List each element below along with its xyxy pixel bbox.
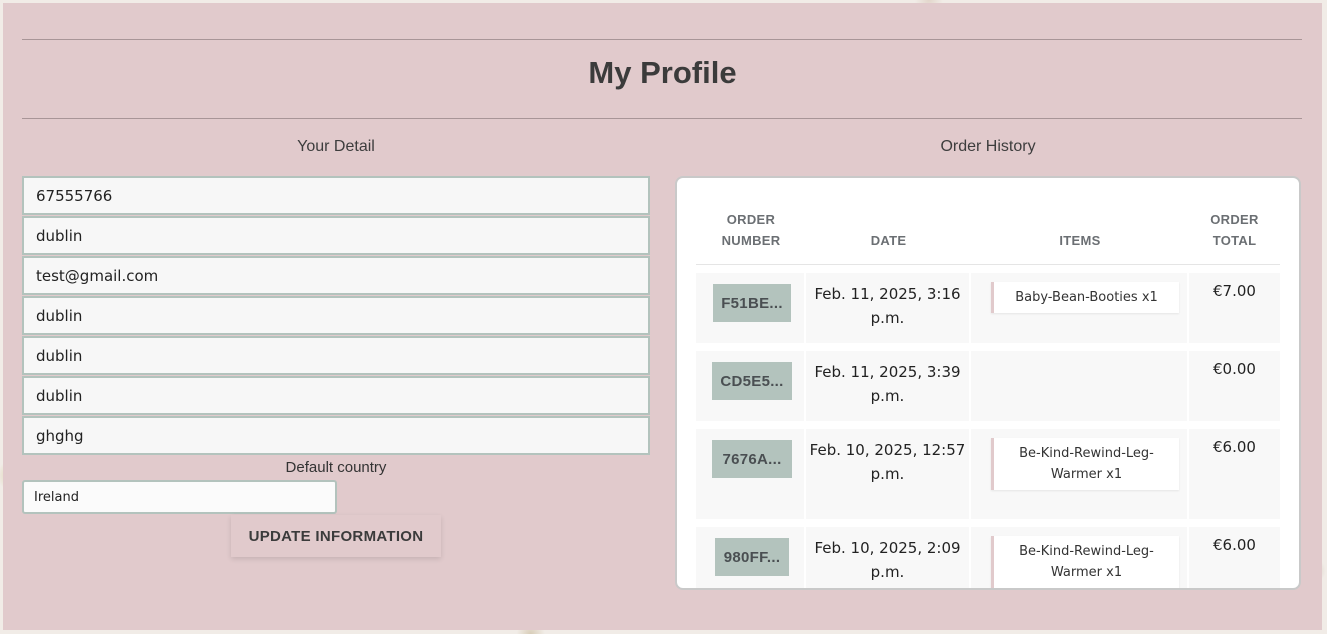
order-total: €0.00 — [1213, 360, 1256, 378]
update-information-button[interactable]: UPDATE INFORMATION — [231, 515, 441, 557]
order-total: €6.00 — [1213, 438, 1256, 456]
order-date-cell: Feb. 11, 2025, 3:16 p.m. — [806, 273, 969, 343]
country-select[interactable]: Ireland — [22, 480, 337, 514]
divider-middle — [22, 118, 1302, 119]
order-number-cell: CD5E5... — [696, 351, 804, 421]
order-number-link[interactable]: 7676A... — [712, 440, 792, 478]
order-date-cell: Feb. 10, 2025, 2:09 p.m. — [806, 527, 969, 588]
order-total-cell: €7.00 — [1189, 273, 1280, 343]
order-total: €7.00 — [1213, 282, 1256, 300]
orders-heading: Order History — [940, 138, 1036, 155]
email-field[interactable]: test@gmail.com — [22, 256, 650, 295]
order-items-cell — [971, 351, 1187, 421]
table-row: F51BE... Feb. 11, 2025, 3:16 p.m. Baby-B… — [696, 273, 1280, 343]
column-header-order-number: ORDER NUMBER — [696, 209, 806, 251]
order-date-cell: Feb. 10, 2025, 12:57 p.m. — [806, 429, 969, 519]
country-label: Default country — [285, 459, 387, 476]
details-form: 67555766 dublin test@gmail.com dublin du… — [22, 176, 650, 456]
details-heading: Your Detail — [297, 138, 375, 155]
order-date-cell: Feb. 11, 2025, 3:39 p.m. — [806, 351, 969, 421]
order-total-cell: €6.00 — [1189, 527, 1280, 588]
order-items-cell: Be-Kind-Rewind-Leg- Warmer x1 — [971, 429, 1187, 519]
order-number-link[interactable]: CD5E5... — [712, 362, 792, 400]
order-item: Be-Kind-Rewind-Leg- Warmer x1 — [991, 438, 1179, 490]
column-header-order-total: ORDER TOTAL — [1189, 209, 1280, 251]
order-history-card[interactable]: ORDER NUMBER DATE ITEMS ORDER TOTAL F51B… — [675, 176, 1301, 590]
street-address-2-field[interactable]: dublin — [22, 336, 650, 375]
order-items-cell: Be-Kind-Rewind-Leg- Warmer x1 — [971, 527, 1187, 588]
order-total-cell: €0.00 — [1189, 351, 1280, 421]
table-row: 980FF... Feb. 10, 2025, 2:09 p.m. Be-Kin… — [696, 527, 1280, 588]
profile-panel: My Profile Your Detail Order History 675… — [3, 3, 1322, 630]
phone-field[interactable]: 67555766 — [22, 176, 650, 215]
street-address-1-field[interactable]: dublin — [22, 296, 650, 335]
county-field[interactable]: dublin — [22, 376, 650, 415]
order-number-link[interactable]: 980FF... — [715, 538, 789, 576]
column-header-items: ITEMS — [971, 230, 1189, 251]
order-number-cell: F51BE... — [696, 273, 804, 343]
table-header: ORDER NUMBER DATE ITEMS ORDER TOTAL — [696, 178, 1280, 265]
order-items-cell: Baby-Bean-Booties x1 — [971, 273, 1187, 343]
order-item: Be-Kind-Rewind-Leg- Warmer x1 — [991, 536, 1179, 588]
page-title: My Profile — [588, 55, 737, 90]
column-header-date: DATE — [806, 230, 971, 251]
divider-top — [22, 39, 1302, 40]
order-date: Feb. 11, 2025, 3:16 p.m. — [814, 285, 961, 327]
town-field[interactable]: dublin — [22, 216, 650, 255]
order-number-cell: 7676A... — [696, 429, 804, 519]
order-number-link[interactable]: F51BE... — [713, 284, 791, 322]
postcode-field[interactable]: ghghg — [22, 416, 650, 455]
table-row: CD5E5... Feb. 11, 2025, 3:39 p.m. €0.00 — [696, 351, 1280, 421]
table-row: 7676A... Feb. 10, 2025, 12:57 p.m. Be-Ki… — [696, 429, 1280, 519]
order-history-table: ORDER NUMBER DATE ITEMS ORDER TOTAL F51B… — [696, 178, 1280, 588]
column-header-label: ORDER TOTAL — [1210, 212, 1259, 248]
order-total: €6.00 — [1213, 536, 1256, 554]
order-item: Baby-Bean-Booties x1 — [991, 282, 1179, 313]
column-header-label: ITEMS — [1059, 233, 1101, 248]
order-date: Feb. 11, 2025, 3:39 p.m. — [814, 363, 961, 405]
order-number-cell: 980FF... — [696, 527, 804, 588]
order-total-cell: €6.00 — [1189, 429, 1280, 519]
column-header-label: DATE — [870, 233, 907, 248]
column-header-label: ORDER NUMBER — [721, 212, 781, 248]
order-date: Feb. 10, 2025, 12:57 p.m. — [809, 441, 966, 483]
order-date: Feb. 10, 2025, 2:09 p.m. — [814, 539, 961, 581]
